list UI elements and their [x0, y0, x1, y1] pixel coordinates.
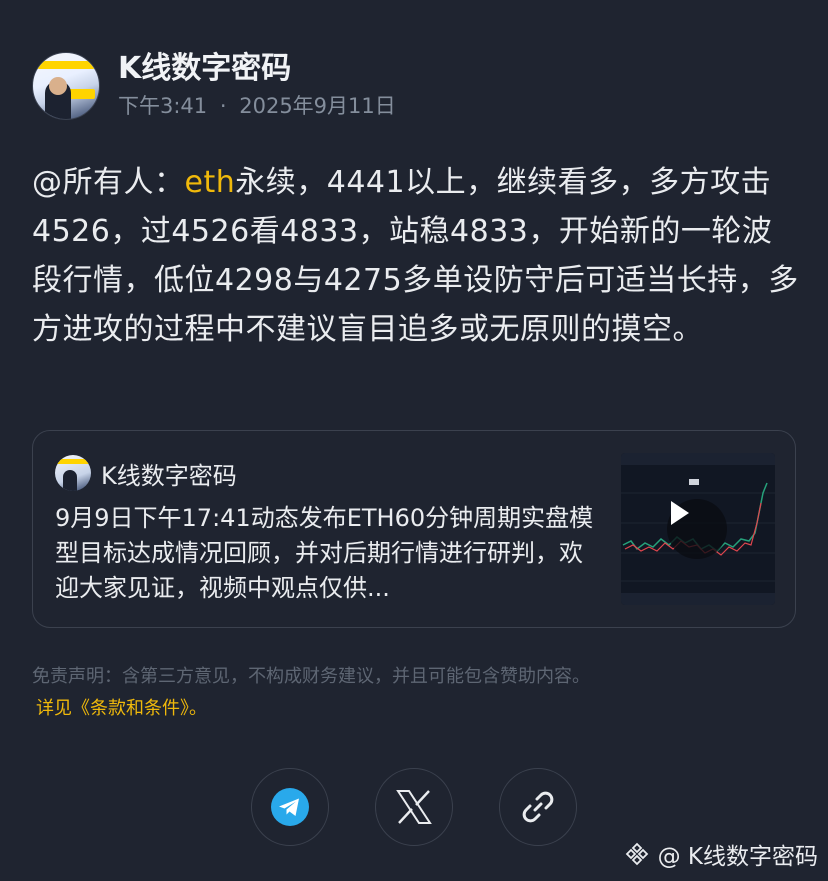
- share-link-button[interactable]: [499, 768, 577, 846]
- post-header: K线数字密码 下午3:41 · 2025年9月11日: [32, 52, 396, 120]
- meta-separator: ·: [219, 94, 227, 118]
- quoted-post-card[interactable]: K线数字密码 9月9日下午17:41动态发布ETH60分钟周期实盘模型目标达成情…: [32, 430, 796, 628]
- quoted-author-name: K线数字密码: [101, 461, 237, 490]
- mention: @所有人：: [32, 165, 185, 200]
- terms-link[interactable]: 详见《条款和条件》。: [36, 694, 207, 720]
- x-icon: [396, 790, 432, 824]
- post-date: 2025年9月11日: [239, 94, 396, 118]
- binance-logo-icon: [625, 842, 648, 866]
- play-icon: [671, 501, 689, 525]
- link-icon: [522, 791, 554, 823]
- author-name[interactable]: K线数字密码: [118, 52, 396, 86]
- watermark-text: @ K线数字密码: [657, 844, 818, 870]
- post-content: @所有人：eth永续，4441以上，继续看多，多方攻击4526，过4526看48…: [32, 158, 800, 354]
- post-meta: 下午3:41 · 2025年9月11日: [118, 90, 396, 120]
- share-telegram-button[interactable]: [251, 768, 329, 846]
- video-thumbnail[interactable]: [621, 453, 775, 605]
- quoted-post-text: 9月9日下午17:41动态发布ETH60分钟周期实盘模型目标达成情况回顾，并对后…: [55, 504, 594, 602]
- quoted-author-avatar: [55, 455, 91, 491]
- share-x-button[interactable]: [375, 768, 453, 846]
- watermark: @ K线数字密码: [624, 837, 818, 871]
- telegram-icon: [271, 788, 309, 826]
- author-avatar[interactable]: [32, 52, 100, 120]
- cashtag-eth[interactable]: eth: [185, 165, 236, 200]
- disclaimer-text: 免责声明：含第三方意见，不构成财务建议，并且可能包含赞助内容。: [32, 666, 590, 687]
- post-time: 下午3:41: [118, 94, 208, 118]
- play-button[interactable]: [667, 499, 727, 559]
